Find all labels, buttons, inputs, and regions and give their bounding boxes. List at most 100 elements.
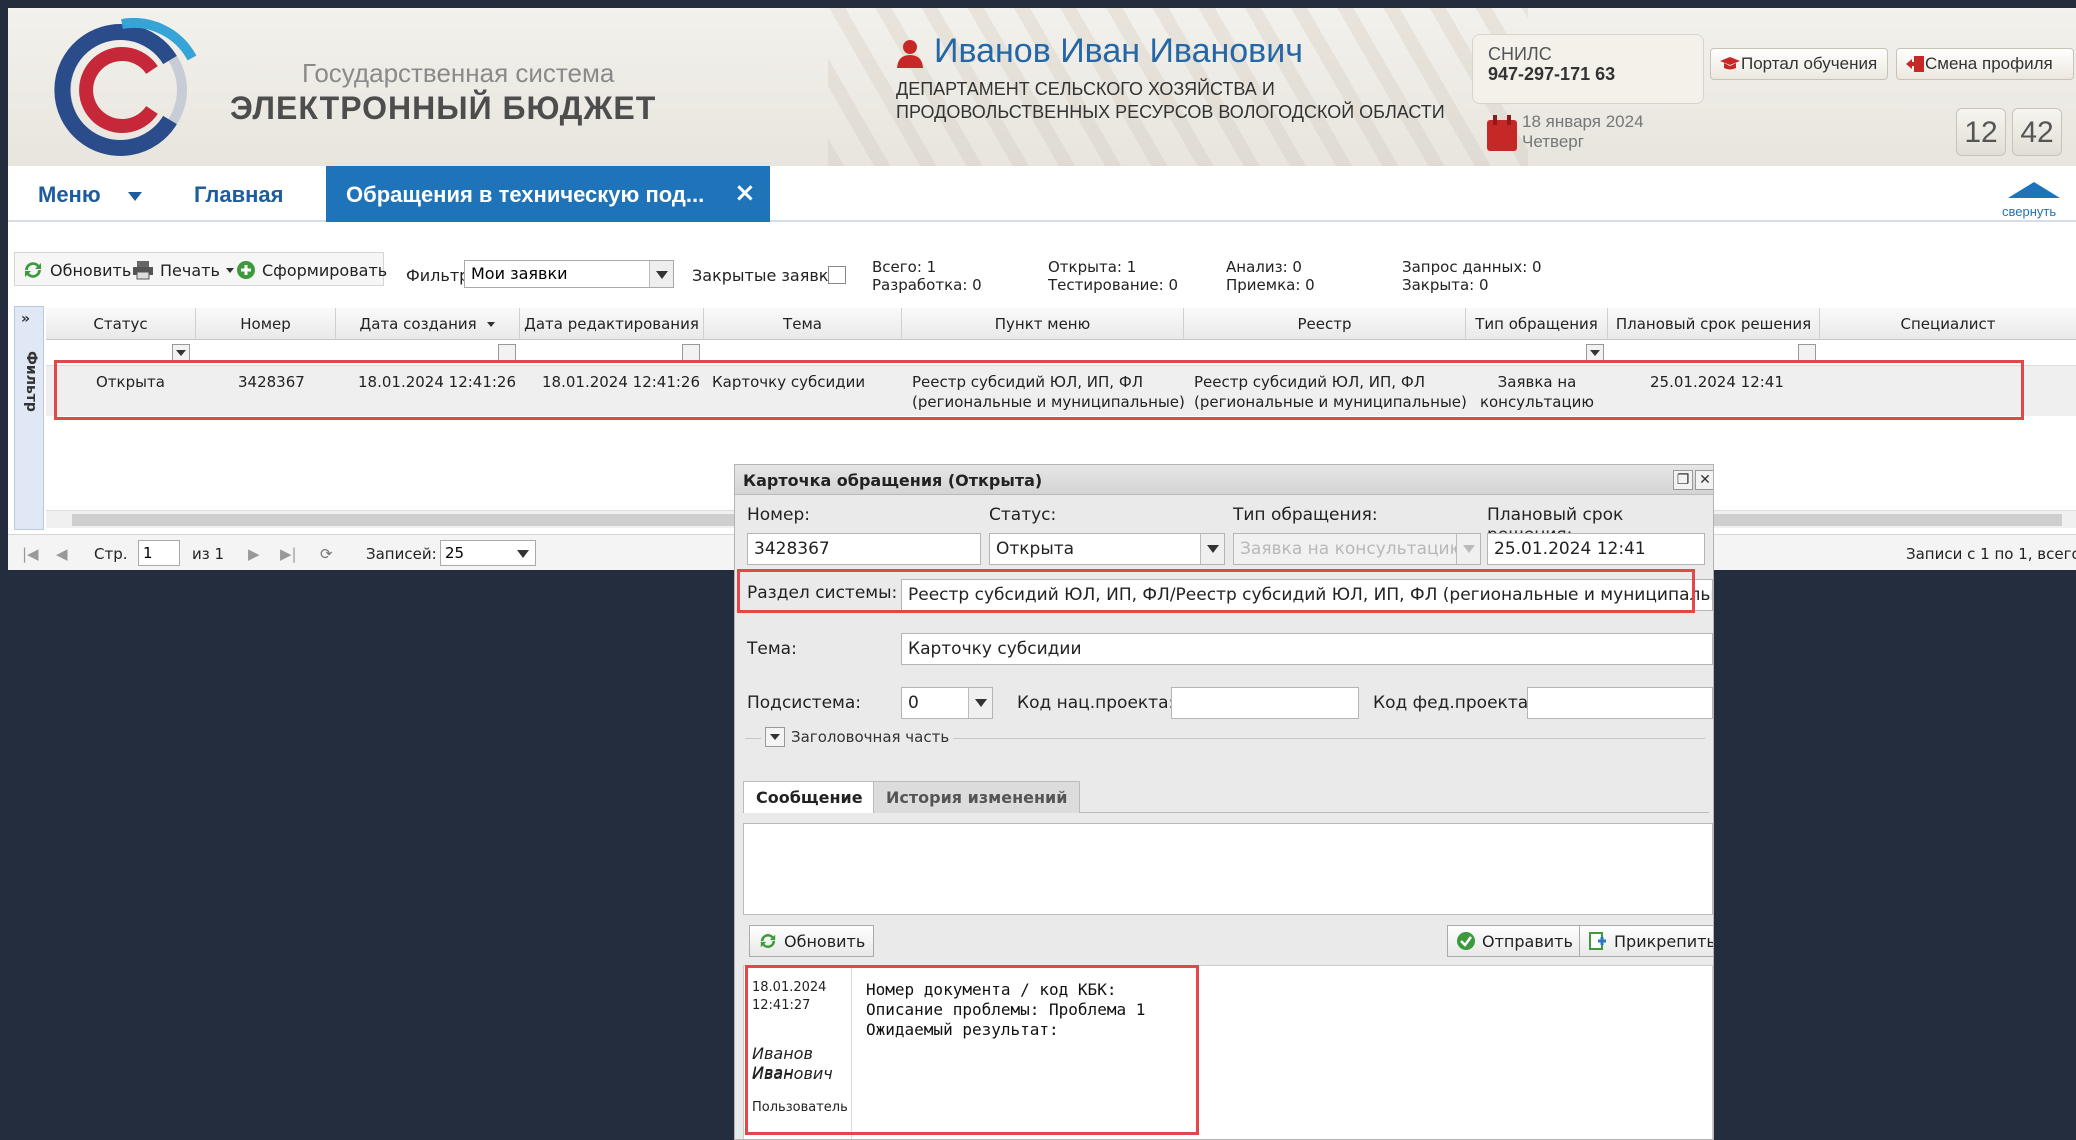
collapse-label[interactable]: свернуть — [2002, 204, 2056, 219]
expand-icon[interactable]: » — [21, 311, 30, 327]
next-page-icon[interactable]: ▶ — [248, 545, 260, 563]
request-type-select: Заявка на консультацию — [1233, 533, 1481, 565]
national-project-field[interactable] — [1171, 687, 1359, 719]
request-type-label: Тип обращения: — [1233, 505, 1378, 525]
dialog-refresh-button[interactable]: Обновить — [749, 925, 875, 957]
last-page-icon[interactable]: ▶| — [280, 545, 297, 563]
check-circle-icon — [1457, 932, 1475, 950]
tab-support-requests[interactable]: Обращения в техническую под... × — [326, 166, 770, 222]
deadline-field[interactable]: 25.01.2024 12:41 — [1487, 533, 1705, 565]
status-select-value: Открыта — [996, 539, 1075, 559]
count-open: Открыта: 1 — [1048, 258, 1137, 276]
header: Государственная система ЭЛЕКТРОННЫЙ БЮДЖ… — [8, 8, 2076, 166]
closed-requests-label: Закрытые заявки: — [692, 266, 845, 285]
send-button[interactable]: Отправить — [1447, 925, 1582, 957]
col-request-type[interactable]: Тип обращения — [1466, 308, 1608, 340]
tab-history[interactable]: История изменений — [873, 781, 1081, 813]
close-icon[interactable]: ✕ — [1695, 470, 1713, 490]
count-acceptance: Приемка: 0 — [1226, 276, 1315, 294]
change-profile-button[interactable]: Смена профиля — [1896, 48, 2074, 80]
col-number[interactable]: Номер — [196, 308, 336, 340]
snils-value: 947-297-171 63 — [1488, 64, 1616, 84]
records-label: Записей: — [366, 545, 437, 563]
change-profile-label: Смена профиля — [1925, 54, 2053, 73]
tab-support-requests-label: Обращения в техническую под... — [346, 182, 705, 207]
highlight-frame-section — [737, 569, 1695, 613]
chevron-down-icon — [225, 267, 234, 273]
federal-project-field[interactable] — [1527, 687, 1713, 719]
dialog-titlebar[interactable]: Карточка обращения (Открыта) ❐ ✕ — [735, 465, 1713, 495]
request-card-dialog: Карточка обращения (Открыта) ❐ ✕ Номер: … — [734, 464, 1714, 1140]
count-closed: Закрыта: 0 — [1402, 276, 1489, 294]
col-status[interactable]: Статус — [46, 308, 196, 340]
electronic-budget-logo — [54, 18, 197, 156]
prev-page-icon[interactable]: ◀ — [56, 545, 68, 563]
department-line2: ПРОДОВОЛЬСТВЕННЫХ РЕСУРСОВ ВОЛОГОДСКОЙ О… — [896, 102, 1445, 122]
topic-field[interactable]: Карточку субсидии — [901, 633, 1713, 665]
generate-label: Сформировать — [262, 260, 388, 280]
page-input[interactable]: 1 — [138, 540, 180, 566]
attach-button[interactable]: Прикрепить — [1579, 925, 1714, 957]
subsystem-select-value: 0 — [908, 693, 919, 713]
chevron-down-icon[interactable] — [128, 192, 142, 201]
col-created[interactable]: Дата создания — [336, 308, 520, 340]
national-project-label: Код нац.проекта: — [1017, 693, 1175, 713]
col-created-label: Дата создания — [359, 315, 477, 333]
col-topic[interactable]: Тема — [704, 308, 902, 340]
learning-portal-button[interactable]: Портал обучения — [1710, 48, 1888, 80]
message-textarea[interactable] — [743, 823, 1713, 915]
subsystem-select[interactable]: 0 — [901, 687, 993, 719]
add-circle-icon — [237, 261, 255, 279]
chevron-down-icon[interactable] — [517, 550, 529, 558]
col-deadline[interactable]: Плановый срок решения — [1608, 308, 1820, 340]
generate-button[interactable]: Сформировать — [236, 260, 387, 280]
request-type-value: Заявка на консультацию — [1240, 539, 1464, 559]
header-section-label: Заголовочная часть — [791, 728, 950, 746]
first-page-icon[interactable]: |◀ — [22, 545, 39, 563]
sort-desc-icon — [487, 322, 496, 327]
refresh-icon — [25, 262, 41, 278]
print-button[interactable]: Печать — [132, 260, 234, 280]
chevron-down-icon — [1456, 534, 1480, 564]
learning-portal-label: Портал обучения — [1741, 54, 1878, 73]
chevron-down-icon[interactable] — [649, 261, 673, 287]
current-date: 18 января 2024 — [1522, 112, 1644, 131]
chevron-down-icon[interactable] — [765, 727, 785, 747]
chevron-down-icon[interactable] — [968, 688, 992, 718]
page-label: Стр. — [94, 545, 128, 563]
count-data-request: Запрос данных: 0 — [1402, 258, 1542, 276]
number-field[interactable]: 3428367 — [747, 533, 981, 565]
clock-minutes: 42 — [2012, 108, 2062, 156]
chevron-down-icon[interactable] — [1200, 534, 1224, 564]
refresh-button[interactable]: Обновить — [22, 260, 131, 280]
records-summary: Записи с 1 по 1, всего 1 — [1906, 545, 2076, 563]
col-registry[interactable]: Реестр — [1184, 308, 1466, 340]
refresh-icon — [760, 934, 776, 948]
col-edited[interactable]: Дата редактирования — [520, 308, 704, 340]
count-total: Всего: 1 — [872, 258, 937, 276]
closed-requests-checkbox[interactable] — [828, 266, 846, 284]
restore-window-icon[interactable]: ❐ — [1673, 470, 1693, 490]
main-nav: Меню Главная Обращения в техническую под… — [8, 166, 2076, 222]
calendar-icon — [1487, 115, 1517, 151]
attach-label: Прикрепить — [1614, 931, 1714, 951]
dialog-tabs: Сообщение История изменений — [743, 781, 1709, 813]
nav-home[interactable]: Главная — [194, 182, 283, 208]
highlight-frame-message — [745, 965, 1199, 1135]
federal-project-label: Код фед.проекта: — [1373, 693, 1534, 713]
filter-select[interactable]: Мои заявки — [464, 260, 674, 288]
reload-icon[interactable]: ⟳ — [320, 545, 333, 563]
col-menu-item[interactable]: Пункт меню — [902, 308, 1184, 340]
refresh-label: Обновить — [50, 260, 132, 280]
records-per-page-select[interactable]: 25 — [440, 540, 536, 566]
header-section-toggle[interactable]: Заголовочная часть — [761, 727, 954, 747]
col-specialist[interactable]: Специалист — [1820, 308, 2076, 340]
filter-side-panel[interactable]: » Фильтр — [14, 306, 44, 530]
system-title-line2: ЭЛЕКТРОННЫЙ БЮДЖЕТ — [230, 90, 657, 126]
nav-menu[interactable]: Меню — [38, 182, 101, 208]
collapse-arrow-icon[interactable] — [2004, 180, 2064, 200]
close-icon[interactable]: × — [734, 178, 756, 208]
status-select[interactable]: Открыта — [989, 533, 1225, 565]
status-label: Статус: — [989, 505, 1057, 525]
tab-message[interactable]: Сообщение — [743, 781, 876, 813]
